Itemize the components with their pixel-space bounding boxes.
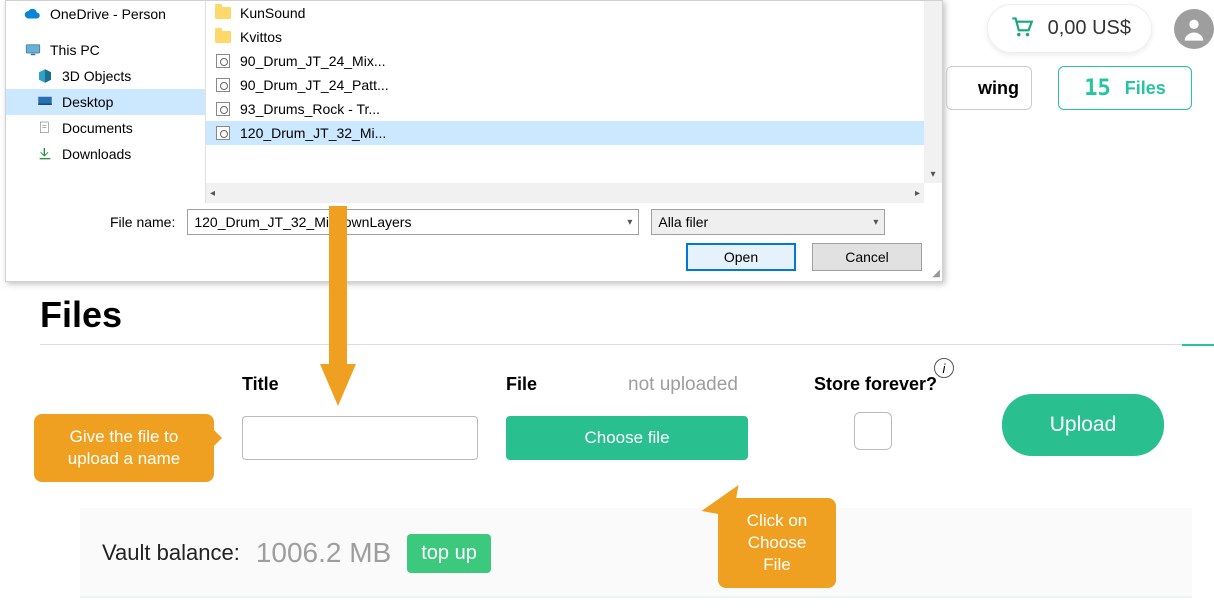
filename-label: File name: — [20, 214, 175, 230]
file-list-row[interactable]: KunSound — [206, 1, 942, 25]
callout-name-file: Give the file to upload a name — [34, 414, 214, 482]
file-name: 90_Drum_JT_24_Mix... — [240, 53, 386, 69]
file-name: KunSound — [240, 5, 305, 21]
chevron-down-icon[interactable]: ▾ — [873, 217, 878, 228]
nav-label: This PC — [50, 42, 100, 58]
page-header: 0,00 US$ — [987, 4, 1214, 53]
file-name: 93_Drums_Rock - Tr... — [240, 101, 380, 117]
file-label: File — [506, 374, 537, 395]
cart-amount: 0,00 US$ — [1048, 17, 1131, 40]
folder-icon — [214, 4, 232, 22]
desktop-icon — [36, 93, 54, 111]
arrow-annotation — [318, 206, 358, 406]
dialog-nav-pane: OneDrive - Person This PC 3D Objects Des — [6, 1, 206, 203]
stat-number: 15 — [1084, 76, 1111, 101]
cube-icon — [36, 67, 54, 85]
file-name: Kvittos — [240, 29, 282, 45]
open-button[interactable]: Open — [686, 243, 796, 271]
audio-file-icon — [214, 76, 232, 94]
stat-label: wing — [978, 78, 1019, 99]
upload-button[interactable]: Upload — [1002, 394, 1164, 456]
download-icon — [36, 145, 54, 163]
vault-label: Vault balance: — [102, 540, 240, 566]
callout-choose-file: Click on Choose File — [718, 498, 836, 588]
nav-label: Desktop — [62, 94, 113, 110]
nav-label: OneDrive - Person — [50, 6, 166, 22]
chevron-down-icon[interactable]: ▾ — [924, 165, 942, 183]
filetype-filter[interactable]: Alla filer ▾ — [651, 209, 885, 235]
scrollbar-vertical[interactable]: ▾ — [924, 1, 942, 183]
cart-icon — [1008, 13, 1034, 44]
audio-file-icon — [214, 124, 232, 142]
filename-input[interactable]: 120_Drum_JT_32_MixdownLayers ▾ — [187, 209, 639, 235]
file-list-row[interactable]: Kvittos — [206, 25, 942, 49]
stat-card-files[interactable]: 15 Files — [1058, 66, 1192, 110]
filter-value: Alla filer — [658, 214, 708, 230]
upload-status: not uploaded — [628, 374, 738, 396]
filename-row: File name: 120_Drum_JT_32_MixdownLayers … — [20, 209, 928, 235]
cloud-icon — [24, 5, 42, 23]
chevron-right-icon[interactable]: ▸ — [915, 188, 920, 199]
accent-line — [1182, 344, 1214, 346]
dialog-body: OneDrive - Person This PC 3D Objects Des — [6, 1, 942, 203]
nav-3d-objects[interactable]: 3D Objects — [6, 63, 205, 89]
file-name: 90_Drum_JT_24_Patt... — [240, 77, 389, 93]
profile-avatar[interactable] — [1174, 9, 1214, 49]
document-icon — [36, 119, 54, 137]
vault-value: 1006.2 MB — [256, 537, 391, 569]
file-list-row[interactable]: 93_Drums_Rock - Tr... — [206, 97, 942, 121]
audio-file-icon — [214, 100, 232, 118]
file-name: 120_Drum_JT_32_Mi... — [240, 125, 386, 141]
store-forever-checkbox[interactable] — [854, 412, 892, 450]
stat-card-following[interactable]: wing — [946, 66, 1032, 110]
cart-widget[interactable]: 0,00 US$ — [987, 4, 1152, 53]
page-title: Files — [40, 294, 122, 336]
nav-documents[interactable]: Documents — [6, 115, 205, 141]
nav-onedrive[interactable]: OneDrive - Person — [6, 1, 205, 27]
divider — [80, 596, 1192, 598]
vault-balance-box: Vault balance: 1006.2 MB top up — [80, 508, 1192, 598]
scrollbar-horizontal[interactable]: ◂ ▸ — [206, 183, 924, 203]
chevron-down-icon[interactable]: ▾ — [627, 217, 632, 228]
dialog-footer: File name: 120_Drum_JT_32_MixdownLayers … — [6, 203, 942, 281]
nav-this-pc[interactable]: This PC — [6, 37, 205, 63]
dialog-button-row: Open Cancel — [20, 243, 928, 271]
file-list-row[interactable]: 120_Drum_JT_32_Mi... — [206, 121, 942, 145]
monitor-icon — [24, 41, 42, 59]
nav-label: 3D Objects — [62, 68, 131, 84]
nav-label: Downloads — [62, 146, 131, 162]
store-label: Store forever? — [814, 374, 937, 395]
nav-label: Documents — [62, 120, 133, 136]
file-open-dialog: OneDrive - Person This PC 3D Objects Des — [5, 0, 943, 282]
chevron-left-icon[interactable]: ◂ — [210, 188, 215, 199]
divider — [40, 344, 1196, 345]
filename-value: 120_Drum_JT_32_MixdownLayers — [194, 214, 411, 230]
file-list-row[interactable]: 90_Drum_JT_24_Patt... — [206, 73, 942, 97]
title-input[interactable] — [242, 416, 478, 460]
title-label: Title — [242, 374, 279, 395]
folder-icon — [214, 28, 232, 46]
resize-grip-icon[interactable]: ◢ — [932, 268, 940, 279]
choose-file-button[interactable]: Choose file — [506, 416, 748, 460]
cancel-button[interactable]: Cancel — [812, 243, 922, 271]
nav-downloads[interactable]: Downloads — [6, 141, 205, 167]
top-up-button[interactable]: top up — [407, 534, 491, 573]
nav-desktop[interactable]: Desktop — [6, 89, 205, 115]
audio-file-icon — [214, 52, 232, 70]
dialog-file-list: KunSound Kvittos 90_Drum_JT_24_Mix... 90_Dr… — [206, 1, 942, 203]
file-list-row[interactable]: 90_Drum_JT_24_Mix... — [206, 49, 942, 73]
stat-label: Files — [1125, 78, 1166, 99]
